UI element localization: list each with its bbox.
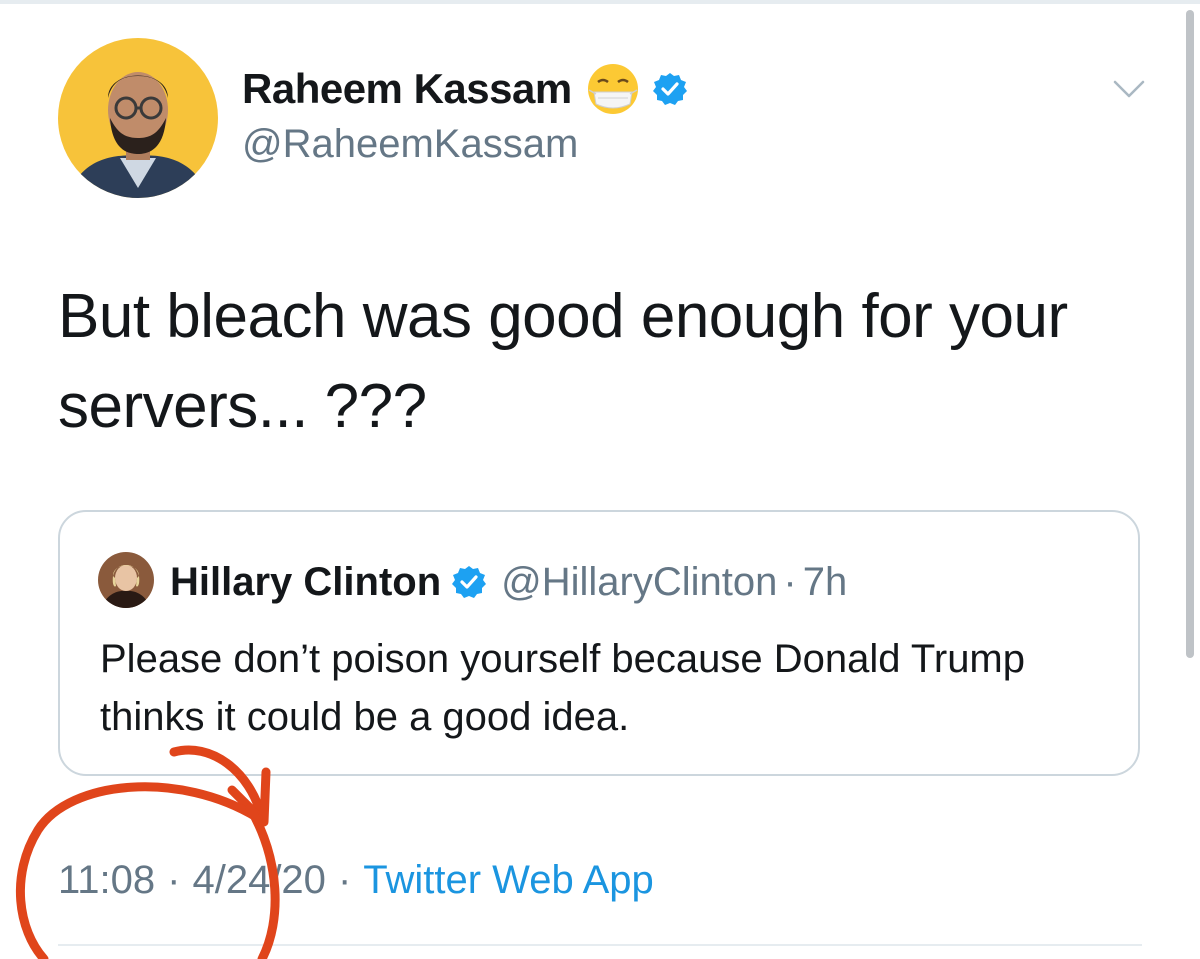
author-display-name[interactable]: Raheem Kassam [242, 65, 572, 113]
mask-emoji-icon [587, 64, 638, 114]
quoted-tweet-text: Please don’t poison yourself because Don… [100, 637, 1025, 739]
quoted-name-row: Hillary Clinton @HillaryClinton · 7h [170, 556, 847, 608]
author-handle[interactable]: @RaheemKassam [242, 122, 578, 167]
quoted-tweet-card[interactable]: Hillary Clinton @HillaryClinton · 7h Ple… [58, 510, 1140, 776]
author-name-row: Raheem Kassam [242, 60, 688, 118]
tweet-page: Raheem Kassam @RaheemKassam But bleach w… [0, 0, 1200, 959]
tweet-time[interactable]: 11:08 [58, 858, 155, 903]
bottom-divider [58, 944, 1142, 946]
quoted-author-avatar [98, 552, 154, 608]
chevron-down-icon[interactable] [1112, 74, 1146, 104]
quoted-display-name: Hillary Clinton [170, 559, 442, 604]
quoted-timestamp: 7h [802, 559, 848, 604]
quoted-separator: · [783, 559, 797, 604]
quoted-handle: @HillaryClinton [501, 559, 778, 604]
top-divider [0, 0, 1200, 4]
meta-separator: · [167, 857, 181, 902]
verified-badge-icon [652, 73, 687, 105]
meta-separator: · [337, 857, 352, 902]
scrollbar[interactable] [1186, 10, 1194, 658]
tweet-text: But bleach was good enough for your serv… [58, 282, 1068, 441]
tweet-source-link[interactable]: Twitter Web App [363, 858, 654, 903]
tweet-date[interactable]: 4/24/20 [192, 858, 325, 903]
tweet-meta-row: 11:08 · 4/24/20 · Twitter Web App [58, 852, 654, 908]
verified-badge-icon [452, 566, 487, 598]
author-avatar[interactable] [58, 38, 218, 198]
